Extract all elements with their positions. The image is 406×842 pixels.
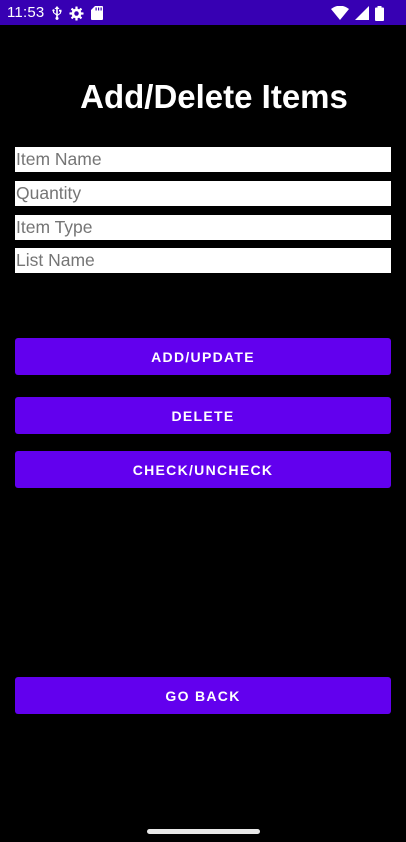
- home-gesture-bar[interactable]: [147, 829, 260, 834]
- quantity-field[interactable]: [15, 181, 391, 206]
- status-notification-icons: [52, 5, 103, 21]
- settings-gear-icon: [69, 5, 84, 21]
- cellular-signal-icon: [355, 6, 369, 20]
- status-system-icons: [331, 5, 384, 21]
- status-bar: 11:53: [0, 0, 406, 25]
- go-back-button[interactable]: GO BACK: [15, 677, 391, 714]
- wifi-icon: [331, 6, 349, 20]
- usb-debug-icon: [52, 6, 62, 20]
- sd-card-icon: [91, 6, 103, 20]
- item-type-field[interactable]: [15, 215, 391, 240]
- add-update-button[interactable]: ADD/UPDATE: [15, 338, 391, 375]
- check-uncheck-button[interactable]: CHECK/UNCHECK: [15, 451, 391, 488]
- item-name-field[interactable]: [15, 147, 391, 172]
- page-title: Add/Delete Items: [80, 78, 348, 115]
- battery-icon: [375, 5, 384, 21]
- delete-button[interactable]: DELETE: [15, 397, 391, 434]
- status-time: 11:53: [7, 4, 45, 21]
- list-name-field[interactable]: [15, 248, 391, 273]
